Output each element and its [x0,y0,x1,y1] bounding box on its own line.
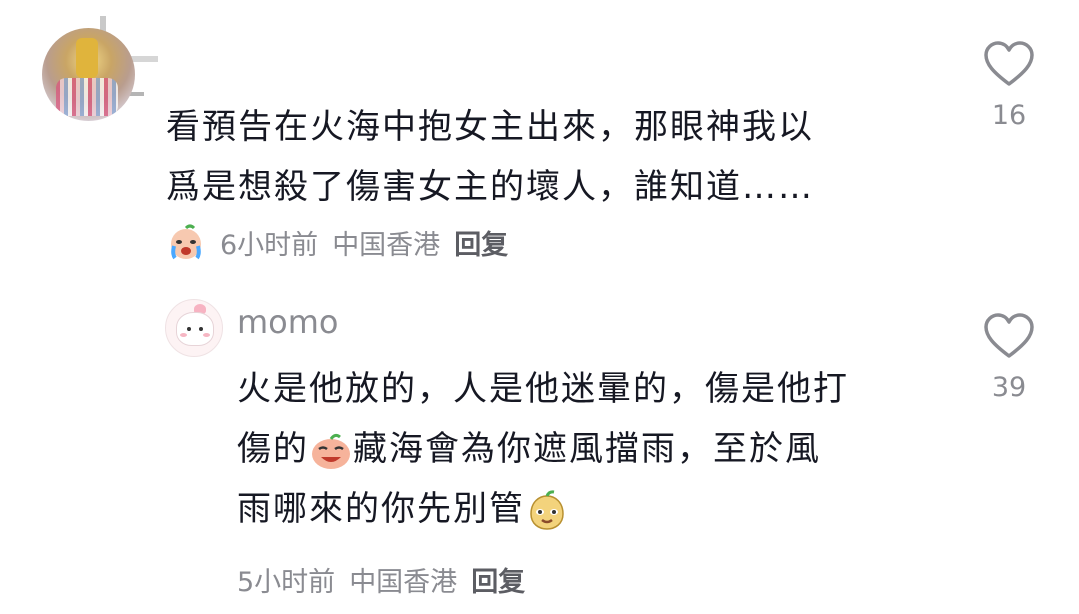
comment-line: 爲是想殺了傷害女主的壞人，誰知道…… [166,167,814,207]
smug-face-icon [530,489,564,530]
comment-line: 火是他放的，人是他迷暈的，傷是他打 [237,369,849,409]
avatar-face [176,312,214,346]
reply-button[interactable]: 回复 [454,223,508,262]
comment-line-part: 藏海會為你遮風擋雨，至於風 [353,429,821,469]
comment-line: 看預告在火海中抱女主出來，那眼神我以 [166,107,814,147]
comment-time: 6小时前 [220,229,319,261]
comment-line-part: 傷的 [237,429,309,469]
comment-text: 火是他放的，人是他迷暈的，傷是他打 傷的 藏海會為你遮風擋雨，至於風 雨哪來的你… [237,366,849,532]
comment-line-wrap: 傷的 藏海會為你遮風擋雨，至於風 [237,426,849,472]
user-avatar[interactable] [42,28,135,121]
comment-text: 看預告在火海中抱女主出來，那眼神我以 爲是想殺了傷害女主的壞人，誰知道…… [166,104,814,210]
crying-face-icon [171,224,201,260]
grinning-face-icon [312,433,350,469]
comment-meta: 6小时前 中国香港 回复 [166,222,508,262]
reply-button[interactable]: 回复 [471,560,525,599]
comment-line-wrap: 雨哪來的你先別管 [237,486,849,532]
comment-time: 5小时前 [237,567,336,598]
like-count: 16 [991,100,1027,131]
heart-outline-icon [984,41,1034,86]
beads-graphic [56,78,118,116]
user-avatar[interactable] [165,299,223,357]
comment-meta: 5小时前 中国香港 回复 [237,560,525,599]
comment-location: 中国香港 [332,229,441,261]
heart-outline-icon [984,313,1034,358]
username[interactable]: momo [237,303,339,341]
like-button[interactable]: 16 [974,40,1044,131]
comment-line-part: 雨哪來的你先別管 [237,489,525,529]
comment-location: 中国香港 [349,567,458,598]
like-count: 39 [991,372,1027,403]
like-button[interactable]: 39 [974,312,1044,403]
lantern-graphic [76,38,98,78]
